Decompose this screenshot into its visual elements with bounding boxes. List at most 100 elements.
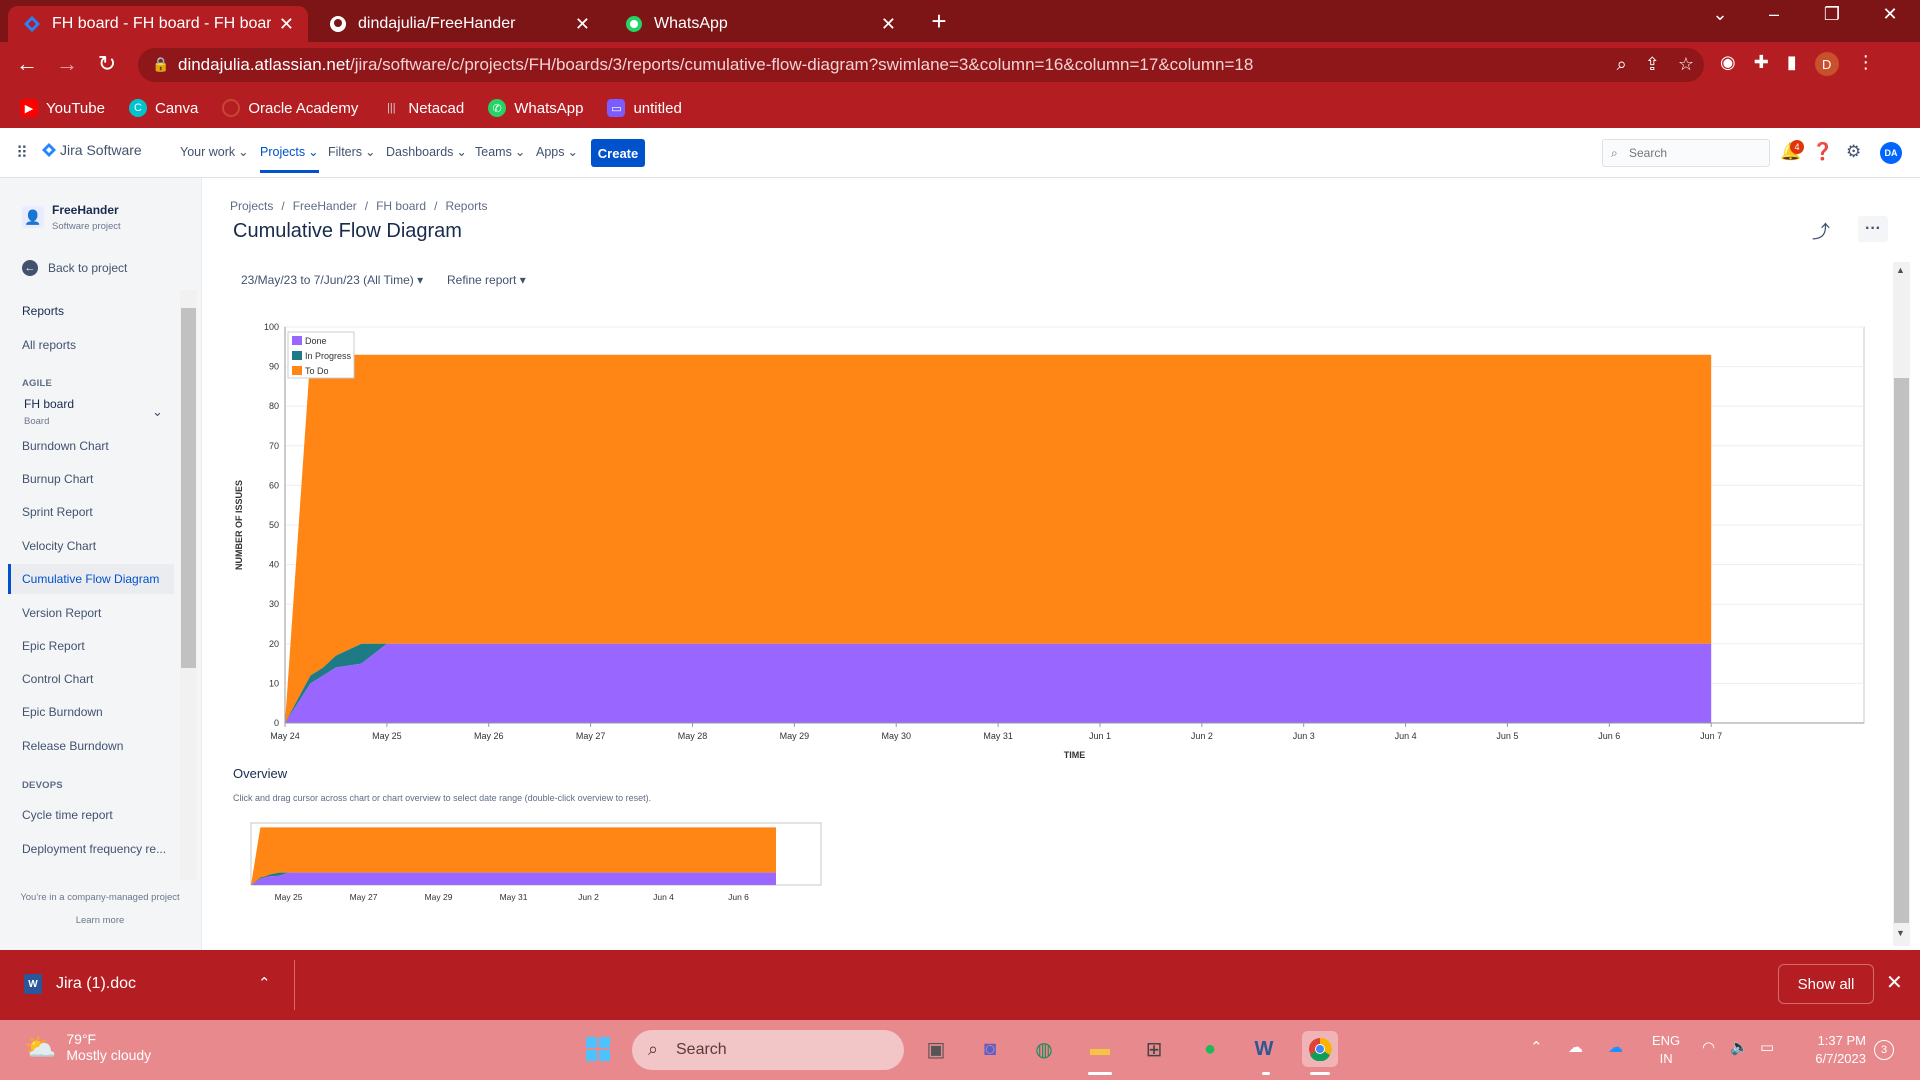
window-close-icon[interactable]: ✕	[1870, 4, 1910, 25]
tab-jira[interactable]: FH board - FH board - FH board ✕	[8, 6, 308, 42]
restore-icon[interactable]: ❐	[1812, 4, 1852, 25]
refine-report-dropdown[interactable]: Refine report ▾	[447, 273, 526, 287]
sidebar-item-burndown[interactable]: Burndown Chart	[22, 439, 109, 453]
nav-projects[interactable]: Projects ⌄	[260, 144, 319, 173]
new-tab-button[interactable]: +	[922, 6, 956, 37]
notification-count[interactable]: 3	[1874, 1040, 1894, 1060]
bookmark-star-icon[interactable]: ☆	[1678, 54, 1694, 75]
edge-icon[interactable]: ◍	[1026, 1031, 1062, 1067]
search-input[interactable]	[1629, 146, 1759, 160]
sidebar-item-deployment-frequency[interactable]: Deployment frequency re...	[22, 842, 166, 856]
nav-teams[interactable]: Teams ⌄	[475, 144, 525, 160]
close-icon[interactable]: ✕	[279, 14, 294, 35]
share-page-icon[interactable]: ⇪	[1645, 54, 1660, 75]
puzzle-icon[interactable]: ✚	[1754, 52, 1769, 76]
back-to-project-link[interactable]: ← Back to project	[22, 260, 127, 276]
date-range-dropdown[interactable]: 23/May/23 to 7/Jun/23 (All Time) ▾	[241, 273, 423, 287]
teams-chat-icon[interactable]: ◙	[972, 1031, 1008, 1067]
sidebar-item-release-burndown[interactable]: Release Burndown	[22, 739, 123, 753]
gear-icon[interactable]: ⚙	[1846, 142, 1861, 162]
project-name[interactable]: FreeHander	[52, 203, 119, 217]
board-selector-name[interactable]: FH board	[24, 397, 74, 411]
volume-icon[interactable]: 🔈	[1730, 1038, 1749, 1056]
tab-github[interactable]: dindajulia/FreeHander ✕	[314, 6, 604, 42]
sidebar-item-sprint-report[interactable]: Sprint Report	[22, 505, 93, 519]
wifi-icon[interactable]: ◠	[1702, 1038, 1715, 1056]
jira-logo[interactable]: Jira Software	[42, 142, 142, 158]
create-button[interactable]: Create	[591, 139, 645, 167]
windows-start-icon[interactable]	[580, 1031, 616, 1067]
share-icon[interactable]: ⤴	[1812, 218, 1830, 244]
chevron-up-icon[interactable]: ⌃	[258, 974, 271, 992]
nav-dashboards[interactable]: Dashboards ⌄	[386, 144, 467, 160]
user-avatar[interactable]: DA	[1880, 142, 1902, 164]
reload-icon[interactable]: ↻	[92, 51, 122, 77]
spotify-icon[interactable]: ●	[1192, 1031, 1228, 1067]
breadcrumb-reports[interactable]: Reports	[445, 199, 487, 213]
sidebar-scroll-thumb[interactable]	[181, 308, 196, 668]
task-view-icon[interactable]: ▣	[918, 1031, 954, 1067]
breadcrumb-project[interactable]: FreeHander	[293, 199, 357, 213]
learn-more-link[interactable]: Learn more	[0, 915, 200, 926]
chevron-down-icon[interactable]: ⌄	[152, 404, 163, 420]
battery-icon[interactable]: ▭	[1760, 1038, 1774, 1056]
clock[interactable]: 1:37 PM 6/7/2023	[1800, 1032, 1866, 1068]
chrome-icon[interactable]	[1302, 1031, 1338, 1067]
word-icon[interactable]: W	[1246, 1031, 1282, 1067]
sidebar-item-epic-report[interactable]: Epic Report	[22, 639, 85, 653]
overview-chart[interactable]: May 25 May 27 May 29 May 31 Jun 2 Jun 4 Jun 6	[228, 814, 848, 914]
sidebar-item-burnup[interactable]: Burnup Chart	[22, 472, 93, 486]
extension-icon[interactable]: ◉	[1720, 52, 1736, 76]
bookmark-netacad[interactable]: ||| Netacad	[382, 99, 464, 117]
forward-arrow-icon[interactable]: →	[52, 51, 82, 77]
kebab-menu-icon[interactable]: ⋮	[1857, 52, 1875, 76]
sidebar-item-version-report[interactable]: Version Report	[22, 606, 101, 620]
help-icon[interactable]: ❓	[1812, 142, 1833, 162]
scroll-up-arrow-icon[interactable]: ▲	[1896, 265, 1905, 275]
close-icon[interactable]: ✕	[881, 14, 896, 35]
close-icon[interactable]: ✕	[575, 14, 590, 35]
sidebar-item-cumulative-flow[interactable]: Cumulative Flow Diagram	[22, 572, 159, 586]
more-actions-button[interactable]: ···	[1858, 216, 1888, 242]
tab-whatsapp[interactable]: WhatsApp ✕	[610, 6, 910, 42]
sidebar-item-control-chart[interactable]: Control Chart	[22, 672, 93, 686]
download-item[interactable]: W Jira (1).doc	[24, 974, 136, 994]
cloud-icon[interactable]: ☁	[1568, 1038, 1583, 1056]
side-panel-icon[interactable]: ▮	[1787, 52, 1797, 76]
show-all-button[interactable]: Show all	[1778, 964, 1874, 1004]
tab-search-icon[interactable]: ⌄	[1700, 4, 1740, 25]
breadcrumb-board[interactable]: FH board	[376, 199, 426, 213]
scroll-down-arrow-icon[interactable]: ▼	[1896, 928, 1905, 938]
close-icon[interactable]: ✕	[1886, 970, 1903, 995]
bookmark-canva[interactable]: C Canva	[128, 99, 198, 117]
onedrive-icon[interactable]: ☁	[1608, 1038, 1623, 1056]
microsoft-store-icon[interactable]: ⊞	[1136, 1031, 1172, 1067]
minimize-icon[interactable]: –	[1754, 4, 1794, 25]
bookmark-untitled[interactable]: ▭ untitled	[607, 99, 682, 117]
nav-apps[interactable]: Apps ⌄	[536, 144, 578, 160]
back-arrow-icon[interactable]: ←	[12, 51, 42, 77]
app-switcher-icon[interactable]: ⠿	[16, 143, 28, 163]
sidebar-item-epic-burndown[interactable]: Epic Burndown	[22, 705, 103, 719]
url-bar[interactable]: 🔒 dindajulia.atlassian.net/jira/software…	[138, 48, 1704, 82]
bookmark-whatsapp[interactable]: ✆ WhatsApp	[488, 99, 583, 117]
nav-filters[interactable]: Filters ⌄	[328, 144, 376, 160]
show-hidden-icons-chevron[interactable]: ⌃	[1530, 1038, 1543, 1056]
weather-widget[interactable]: ⛅ 79°F Mostly cloudy	[24, 1031, 151, 1063]
profile-avatar[interactable]: D	[1814, 52, 1839, 76]
done-area	[251, 872, 776, 885]
breadcrumb-projects[interactable]: Projects	[230, 199, 273, 213]
jira-search-box[interactable]: ⌕	[1602, 139, 1770, 167]
language-indicator[interactable]: ENG IN	[1652, 1032, 1680, 1068]
sidebar-item-all-reports[interactable]: All reports	[22, 338, 76, 352]
cumulative-flow-chart[interactable]: 0 10 20 30 40 50 60 70 80 90 100 May 24 May 25 May 26…	[228, 316, 1888, 766]
zoom-icon[interactable]: ⌕	[1617, 54, 1627, 75]
main-scroll-thumb[interactable]	[1894, 378, 1909, 923]
sidebar-item-cycle-time[interactable]: Cycle time report	[22, 808, 113, 822]
nav-your-work[interactable]: Your work ⌄	[180, 144, 249, 160]
bookmark-oracle[interactable]: Oracle Academy	[222, 99, 358, 117]
taskbar-search[interactable]: ⌕ Search	[632, 1030, 904, 1070]
sidebar-item-velocity[interactable]: Velocity Chart	[22, 539, 96, 553]
file-explorer-icon[interactable]: ▬	[1082, 1031, 1118, 1067]
bookmark-youtube[interactable]: ▶ YouTube	[20, 99, 105, 117]
